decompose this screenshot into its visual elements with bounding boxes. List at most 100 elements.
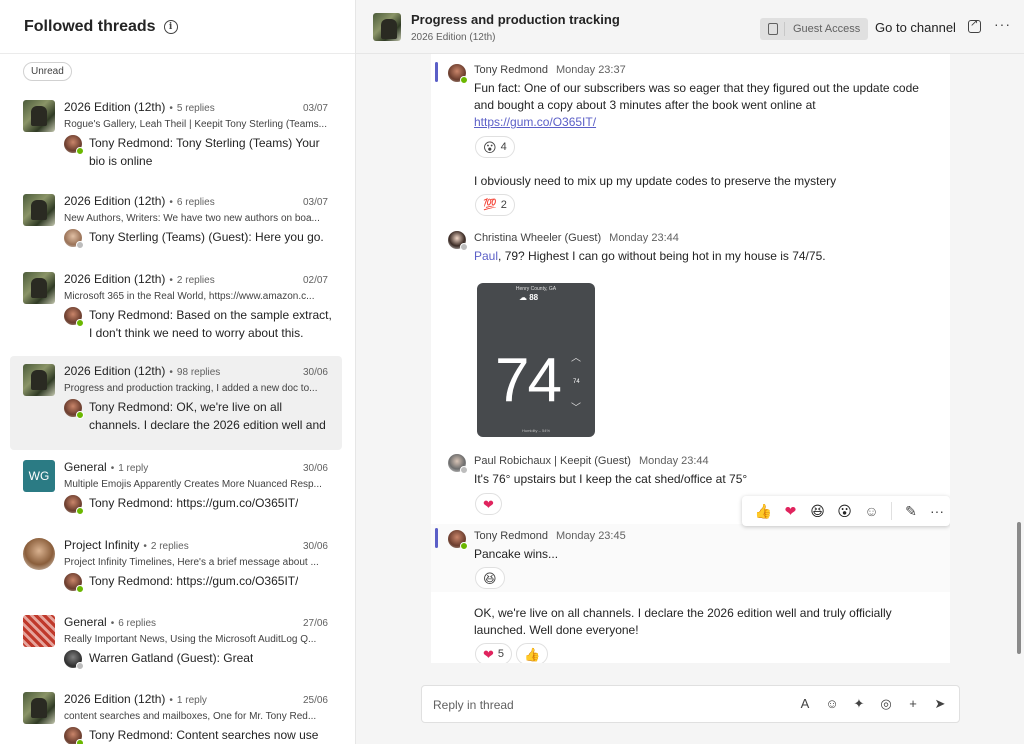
surprised-reaction-button[interactable]: 😮 — [831, 504, 858, 518]
mention[interactable]: Paul — [474, 249, 498, 263]
thread-last-message: Tony Sterling (Teams) (Guest): Here you … — [89, 230, 324, 244]
popout-icon[interactable] — [968, 18, 981, 33]
heart-emoji-icon: ❤ — [483, 496, 494, 512]
unread-filter-chip[interactable]: Unread — [23, 61, 72, 81]
reaction-hundred[interactable]: 💯 2 — [475, 194, 515, 216]
message-time: Monday 23:44 — [609, 232, 679, 244]
reply-box[interactable]: Reply in thread A ☺ ✦ ◎ + ➤ — [421, 685, 960, 723]
emoji-icon[interactable]: ☺ — [823, 695, 841, 713]
thread-item-selected[interactable]: 2026 Edition (12th) • 98 replies 30/06 Prog… — [10, 356, 342, 450]
thread-channel: 2026 Edition (12th) — [64, 272, 166, 286]
thread-item[interactable]: 2026 Edition (12th) • 1 reply 25/06 content… — [10, 684, 342, 744]
edit-icon[interactable]: ✎ — [898, 503, 924, 520]
reply-count: 5 replies — [176, 103, 215, 114]
reaction-like[interactable]: 👍 — [516, 643, 549, 663]
thread-view: Progress and production tracking 2026 Ed… — [356, 0, 1024, 744]
reply-count: 1 reply — [176, 695, 207, 706]
heart-reaction-button[interactable]: ❤ — [777, 504, 804, 518]
thread-last-message: Tony Redmond: https://gum.co/O365IT/ — [89, 574, 299, 588]
author-avatar — [64, 307, 84, 327]
author-avatar — [64, 495, 84, 515]
reply-count: 6 replies — [118, 618, 157, 629]
send-icon[interactable]: ➤ — [931, 695, 949, 713]
thread-last-message: Tony Redmond: Tony Sterling (Teams) Your… — [89, 136, 320, 168]
thread-item[interactable]: General • 6 replies 27/06 Really Important … — [10, 607, 342, 679]
message-time: Monday 23:37 — [556, 64, 626, 76]
thread-date: 30/06 — [302, 463, 328, 474]
message-meta: Christina Wheeler (Guest) Monday 23:44 — [474, 232, 679, 244]
thread-subject: content searches and mailboxes, One for … — [64, 711, 317, 722]
thread-channel: 2026 Edition (12th) — [64, 194, 166, 208]
plus-icon[interactable]: + — [904, 695, 922, 713]
reply-toolbar: A ☺ ✦ ◎ + ➤ — [796, 695, 949, 713]
thread-item[interactable]: Project Infinity • 2 replies 30/06 Project … — [10, 530, 342, 602]
surprised-emoji-icon: 😮 — [483, 139, 497, 155]
cloud-icon: ☁ — [519, 293, 530, 302]
author-name: Tony Redmond — [474, 530, 548, 542]
filter-row: Unread — [0, 54, 355, 88]
pane-header: Followed threads i — [0, 0, 355, 54]
team-avatar — [23, 272, 55, 304]
message-time: Monday 23:44 — [638, 455, 709, 467]
author-name: Tony Redmond — [474, 64, 548, 76]
team-avatar — [23, 100, 55, 132]
thread-channel: General — [64, 615, 107, 629]
reaction-heart[interactable]: ❤ — [475, 493, 502, 515]
more-options-icon[interactable]: ··· — [994, 16, 1011, 32]
more-reactions-icon[interactable]: ☺ — [858, 504, 885, 518]
thread-item[interactable]: WG General • 1 reply 30/06 Multiple Emojis … — [10, 452, 342, 524]
thread-subject: Microsoft 365 in the Real World, https:/… — [64, 291, 315, 302]
thread-title: Progress and production tracking — [411, 12, 620, 27]
thread-channel: Project Infinity — [64, 538, 140, 552]
thread-channel-name: 2026 Edition (12th) — [411, 32, 496, 43]
thread-item[interactable]: 2026 Edition (12th) • 2 replies 02/07 Micro… — [10, 264, 342, 346]
sticker-icon[interactable]: ✦ — [850, 695, 868, 713]
go-to-channel-link[interactable]: Go to channel — [875, 20, 956, 35]
scrollbar[interactable] — [1017, 522, 1021, 654]
followed-threads-pane: Followed threads i Unread 2026 Edition (… — [0, 0, 356, 744]
thread-channel: 2026 Edition (12th) — [64, 100, 166, 114]
hundred-emoji-icon: 💯 — [483, 198, 497, 211]
reply-input[interactable]: Reply in thread — [433, 698, 514, 712]
pane-title: Followed threads — [24, 17, 156, 35]
thread-date: 03/07 — [302, 197, 328, 208]
message-time: Monday 23:45 — [556, 530, 626, 542]
team-avatar — [23, 615, 55, 647]
thread-channel: 2026 Edition (12th) — [64, 364, 166, 378]
message-text: Paul, 79? Highest I can go without being… — [474, 249, 826, 263]
thread-header: Progress and production tracking 2026 Ed… — [356, 0, 1024, 54]
thread-date: 03/07 — [302, 103, 328, 114]
reaction-laugh[interactable]: 😆 — [475, 567, 505, 589]
info-icon[interactable]: i — [163, 19, 178, 34]
laugh-emoji-icon: 😆 — [483, 570, 497, 586]
thread-item[interactable]: 2026 Edition (12th) • 5 replies 03/07 Rogue… — [10, 92, 342, 174]
thread-date: 25/06 — [302, 695, 328, 706]
author-avatar — [448, 64, 468, 84]
thread-item[interactable]: 2026 Edition (12th) • 6 replies 03/07 New A… — [10, 186, 342, 258]
guest-access-button[interactable]: Guest Access — [760, 18, 869, 40]
reply-count: 2 replies — [150, 541, 189, 552]
reply-count: 1 reply — [118, 463, 149, 474]
laugh-reaction-button[interactable]: 😆 — [804, 504, 831, 518]
message-text: Fun fact: One of our subscribers was so … — [474, 81, 919, 129]
team-avatar — [23, 692, 55, 724]
author-avatar — [448, 231, 468, 251]
message-text: It's 76° upstairs but I keep the cat she… — [474, 472, 748, 486]
more-actions-icon[interactable]: ··· — [924, 503, 950, 519]
loop-icon[interactable]: ◎ — [877, 695, 895, 713]
message-text: Pancake wins... — [474, 547, 559, 561]
format-icon[interactable]: A — [796, 695, 814, 713]
like-reaction-button[interactable]: 👍 — [750, 504, 777, 518]
reaction-heart[interactable]: ❤ 5 — [475, 643, 513, 663]
thread-channel: General — [64, 460, 107, 474]
heart-emoji-icon: ❤ — [483, 646, 494, 662]
author-avatar — [64, 399, 84, 419]
chevron-up-icon: ︿ — [571, 353, 581, 364]
thread-date: 30/06 — [302, 541, 328, 552]
thread-date: 02/07 — [302, 275, 328, 286]
message-link[interactable]: https://gum.co/O365IT/ — [474, 115, 596, 129]
reply-count: 98 replies — [176, 367, 221, 378]
reaction-surprised[interactable]: 😮 4 — [475, 136, 515, 158]
thermostat-image[interactable]: Henry County, GA ☁ 88 74 ︿ 74 ﹀ Humidity… — [477, 283, 595, 437]
author-avatar — [64, 229, 84, 249]
